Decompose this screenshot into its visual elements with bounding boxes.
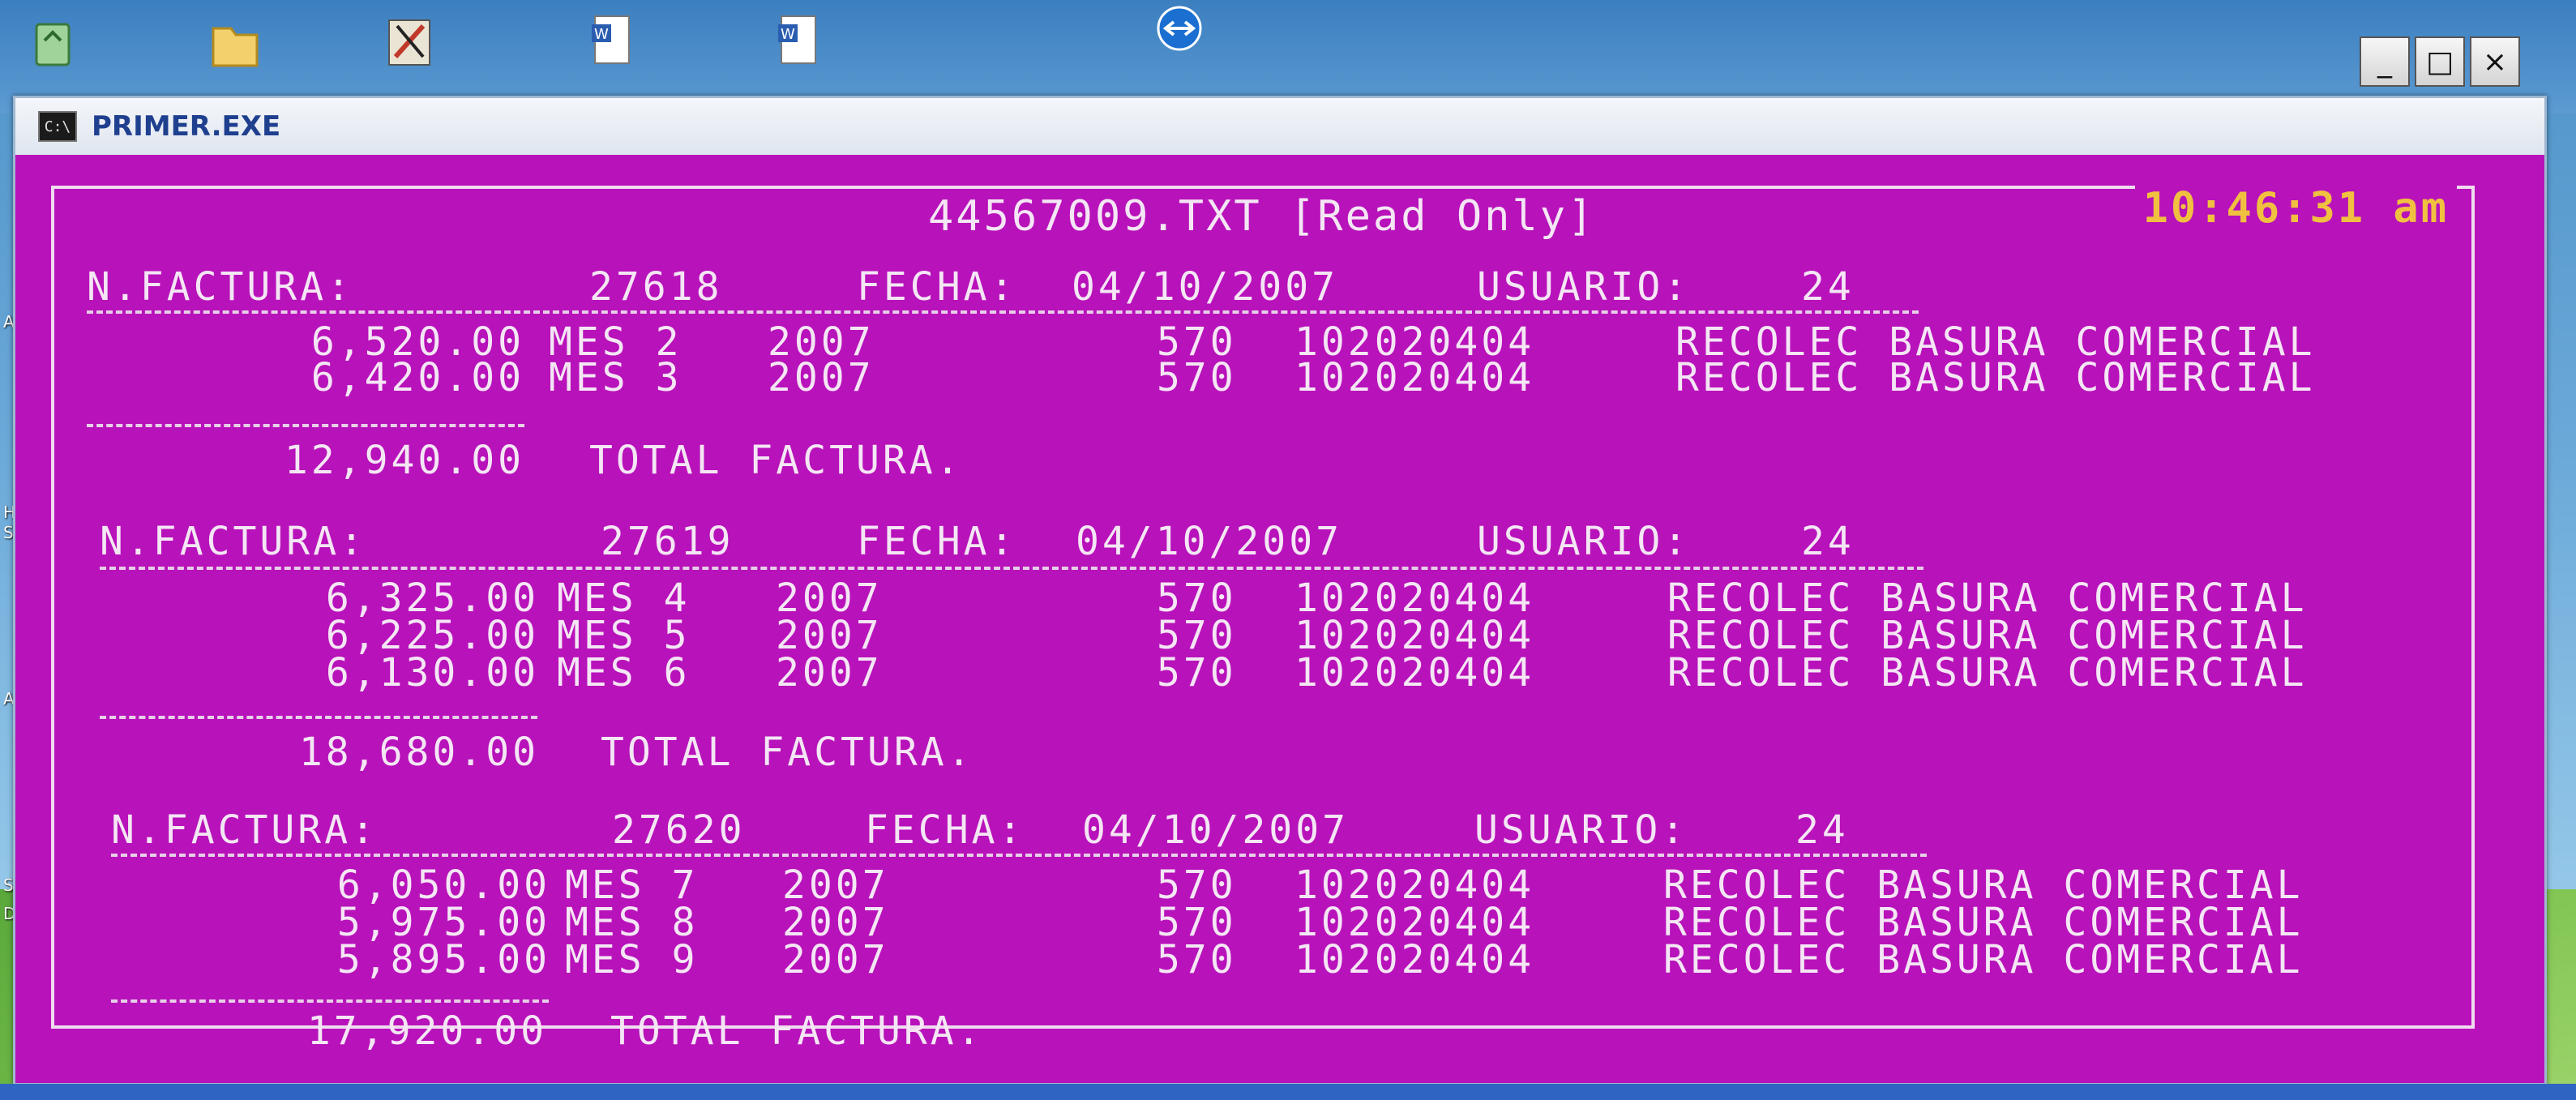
invoice-number-label: N.FACTURA:: [100, 519, 366, 564]
line-month: MES 6: [557, 650, 691, 696]
separator-line: [111, 999, 549, 1003]
maximize-button[interactable]: □: [2415, 36, 2465, 87]
line-month: MES 9: [565, 937, 699, 982]
invoice-date: 04/10/2007: [1072, 264, 1338, 310]
line-description: RECOLEC BASURA COMERCIAL: [1675, 355, 2316, 400]
invoice-total: 17,920.00: [306, 1008, 547, 1054]
separator-line: [111, 854, 1927, 857]
line-year: 2007: [782, 937, 889, 982]
invoice-total-label: TOTAL FACTURA.: [601, 730, 974, 775]
svg-text:W: W: [781, 26, 795, 43]
taskbar[interactable]: [0, 1084, 2576, 1100]
file-header: 44567009.TXT [Read Only]: [914, 192, 1611, 241]
line-description: RECOLEC BASURA COMERCIAL: [1667, 650, 2308, 696]
recycle-bin-icon[interactable]: [24, 8, 81, 73]
line-description: RECOLEC BASURA COMERCIAL: [1663, 937, 2304, 982]
separator-line: [100, 716, 537, 719]
user-id: 24: [1795, 807, 1849, 853]
line-account: 102020404: [1294, 650, 1535, 696]
line-account: 102020404: [1294, 937, 1535, 982]
invoice-date: 04/10/2007: [1082, 807, 1349, 853]
date-label: FECHA:: [857, 264, 1017, 310]
invoice-date: 04/10/2007: [1076, 519, 1342, 564]
user-id: 24: [1801, 519, 1855, 564]
minimize-button[interactable]: _: [2360, 36, 2410, 87]
line-code: 570: [1157, 937, 1237, 982]
folder-icon[interactable]: [207, 8, 263, 73]
invoice-number: 27620: [612, 807, 746, 853]
console-screen[interactable]: 44567009.TXT [Read Only] 10:46:31 am N.F…: [15, 155, 2544, 1083]
console-window[interactable]: C:\ PRIMER.EXE _ □ × 44567009.TXT [Read …: [13, 36, 2547, 1085]
line-year: 2007: [776, 650, 883, 696]
user-label: USUARIO:: [1474, 807, 1688, 853]
window-title: PRIMER.EXE: [92, 110, 281, 143]
teamviewer-icon[interactable]: [1151, 0, 1208, 65]
invoice-number-label: N.FACTURA:: [87, 264, 353, 310]
invoice-number-label: N.FACTURA:: [111, 807, 378, 853]
date-label: FECHA:: [857, 519, 1017, 564]
line-month: MES 3: [549, 355, 683, 400]
svg-text:W: W: [594, 26, 609, 43]
user-label: USUARIO:: [1477, 264, 1691, 310]
separator-line: [100, 567, 1923, 570]
user-label: USUARIO:: [1477, 519, 1691, 564]
word-doc-icon[interactable]: W: [770, 8, 827, 73]
user-id: 24: [1801, 264, 1855, 310]
window-controls: _ □ ×: [2360, 36, 2520, 87]
line-amount: 6,420.00: [310, 355, 524, 400]
separator-line: [87, 424, 524, 427]
clock-display: 10:46:31 am: [2134, 184, 2457, 233]
invoice-total-label: TOTAL FACTURA.: [589, 438, 963, 483]
tool-icon[interactable]: [381, 8, 438, 73]
line-amount: 5,895.00: [336, 937, 550, 982]
console-app-icon: C:\: [38, 111, 77, 142]
invoice-total-label: TOTAL FACTURA.: [610, 1008, 984, 1054]
invoice-number: 27619: [601, 519, 734, 564]
invoice-number: 27618: [589, 264, 723, 310]
window-titlebar[interactable]: C:\ PRIMER.EXE _ □ ×: [15, 36, 2544, 155]
date-label: FECHA:: [865, 807, 1025, 853]
invoice-total: 12,940.00: [284, 438, 524, 483]
line-code: 570: [1157, 650, 1237, 696]
separator-line: [87, 310, 1919, 314]
line-account: 102020404: [1294, 355, 1535, 400]
line-year: 2007: [768, 355, 875, 400]
file-viewer-frame: 44567009.TXT [Read Only] 10:46:31 am N.F…: [51, 184, 2475, 1029]
word-doc-icon[interactable]: W: [584, 8, 640, 73]
line-amount: 6,130.00: [325, 650, 539, 696]
line-code: 570: [1157, 355, 1237, 400]
close-button[interactable]: ×: [2470, 36, 2520, 87]
invoice-total: 18,680.00: [298, 730, 539, 775]
